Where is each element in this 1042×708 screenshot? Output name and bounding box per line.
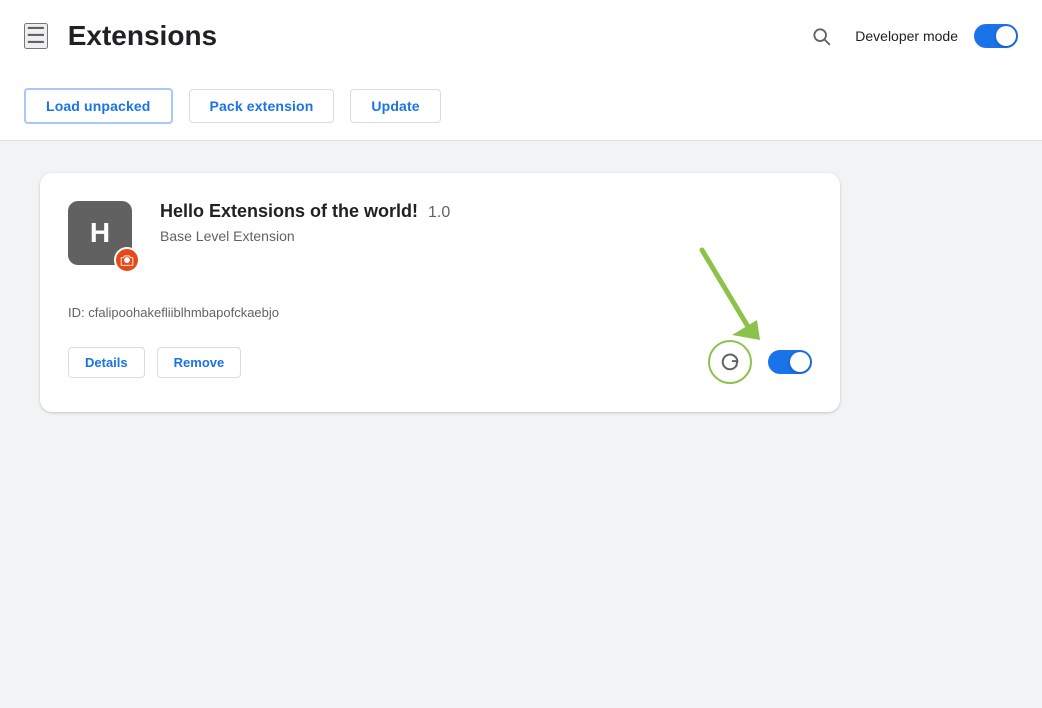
card-right-controls <box>708 340 812 384</box>
developer-mode-toggle[interactable] <box>974 24 1018 48</box>
extension-info: Hello Extensions of the world! 1.0 Base … <box>160 201 450 244</box>
developer-mode-toggle-track <box>974 24 1018 48</box>
extension-title-row: Hello Extensions of the world! 1.0 <box>160 201 450 222</box>
extension-name: Hello Extensions of the world! <box>160 201 418 222</box>
header: ☰ Extensions Developer mode <box>0 0 1042 72</box>
pack-extension-button[interactable]: Pack extension <box>189 89 335 123</box>
update-button[interactable]: Update <box>350 89 440 123</box>
load-unpacked-button[interactable]: Load unpacked <box>24 88 173 124</box>
search-button[interactable] <box>803 18 839 54</box>
card-bottom: Details Remove <box>68 340 812 384</box>
details-button[interactable]: Details <box>68 347 145 378</box>
extension-version: 1.0 <box>428 204 450 222</box>
extension-id: ID: cfalipoohakefliiblhmbapofckaebjo <box>68 305 812 320</box>
extension-toggle[interactable] <box>768 350 812 374</box>
header-right: Developer mode <box>803 18 1018 54</box>
badge-icon <box>120 253 134 267</box>
remove-button[interactable]: Remove <box>157 347 242 378</box>
card-top: H Hello Extensions of the world! 1.0 <box>68 201 812 273</box>
reload-icon <box>719 351 741 373</box>
extension-toggle-thumb <box>790 352 810 372</box>
developer-mode-label: Developer mode <box>855 28 958 44</box>
developer-mode-toggle-thumb <box>996 26 1016 46</box>
page-title: Extensions <box>68 20 804 52</box>
toolbar: Load unpacked Pack extension Update <box>0 72 1042 141</box>
extensions-page: ☰ Extensions Developer mode Load unpacke… <box>0 0 1042 708</box>
reload-button[interactable] <box>708 340 752 384</box>
extension-description: Base Level Extension <box>160 228 450 244</box>
main-content: H Hello Extensions of the world! 1.0 <box>0 141 1042 708</box>
extension-icon-wrapper: H <box>68 201 140 273</box>
extension-badge <box>114 247 140 273</box>
extension-card: H Hello Extensions of the world! 1.0 <box>40 173 840 412</box>
card-actions: Details Remove <box>68 347 241 378</box>
search-icon <box>811 26 831 46</box>
menu-icon[interactable]: ☰ <box>24 23 48 49</box>
